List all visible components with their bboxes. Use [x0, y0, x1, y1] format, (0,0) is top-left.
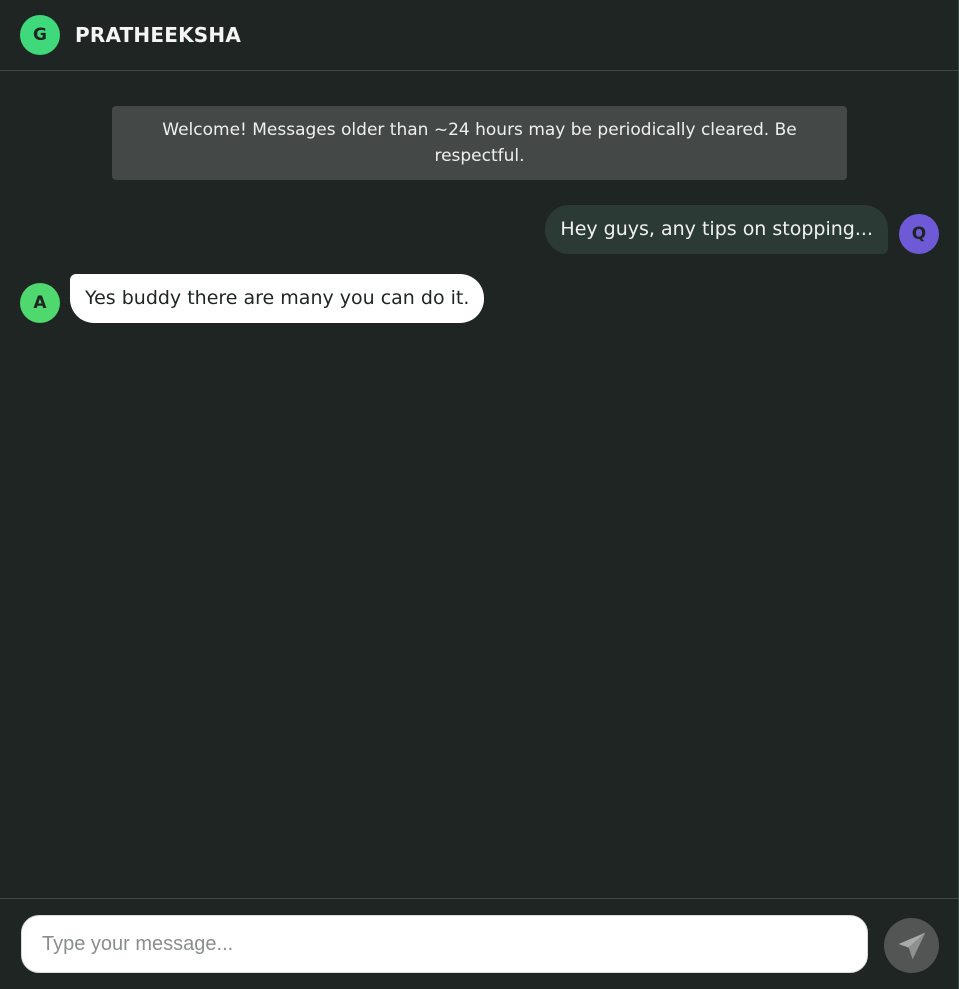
- sender-avatar: Q: [899, 214, 939, 254]
- message-bubble[interactable]: Hey guys, any tips on stopping...: [545, 205, 888, 254]
- message-bubble[interactable]: Yes buddy there are many you can do it.: [70, 274, 485, 323]
- send-button[interactable]: [884, 918, 939, 973]
- message-input[interactable]: [21, 915, 868, 973]
- room-title: PRATHEEKSHA: [75, 23, 242, 47]
- sender-avatar: A: [20, 283, 60, 323]
- send-icon: [898, 932, 925, 959]
- chat-app: G PRATHEEKSHA Welcome! Messages older th…: [0, 0, 959, 989]
- room-avatar: G: [20, 15, 60, 55]
- message-composer: [0, 898, 959, 989]
- chat-header: G PRATHEEKSHA: [0, 0, 959, 71]
- welcome-notice: Welcome! Messages older than ~24 hours m…: [112, 106, 847, 180]
- message-list[interactable]: Welcome! Messages older than ~24 hours m…: [0, 71, 959, 898]
